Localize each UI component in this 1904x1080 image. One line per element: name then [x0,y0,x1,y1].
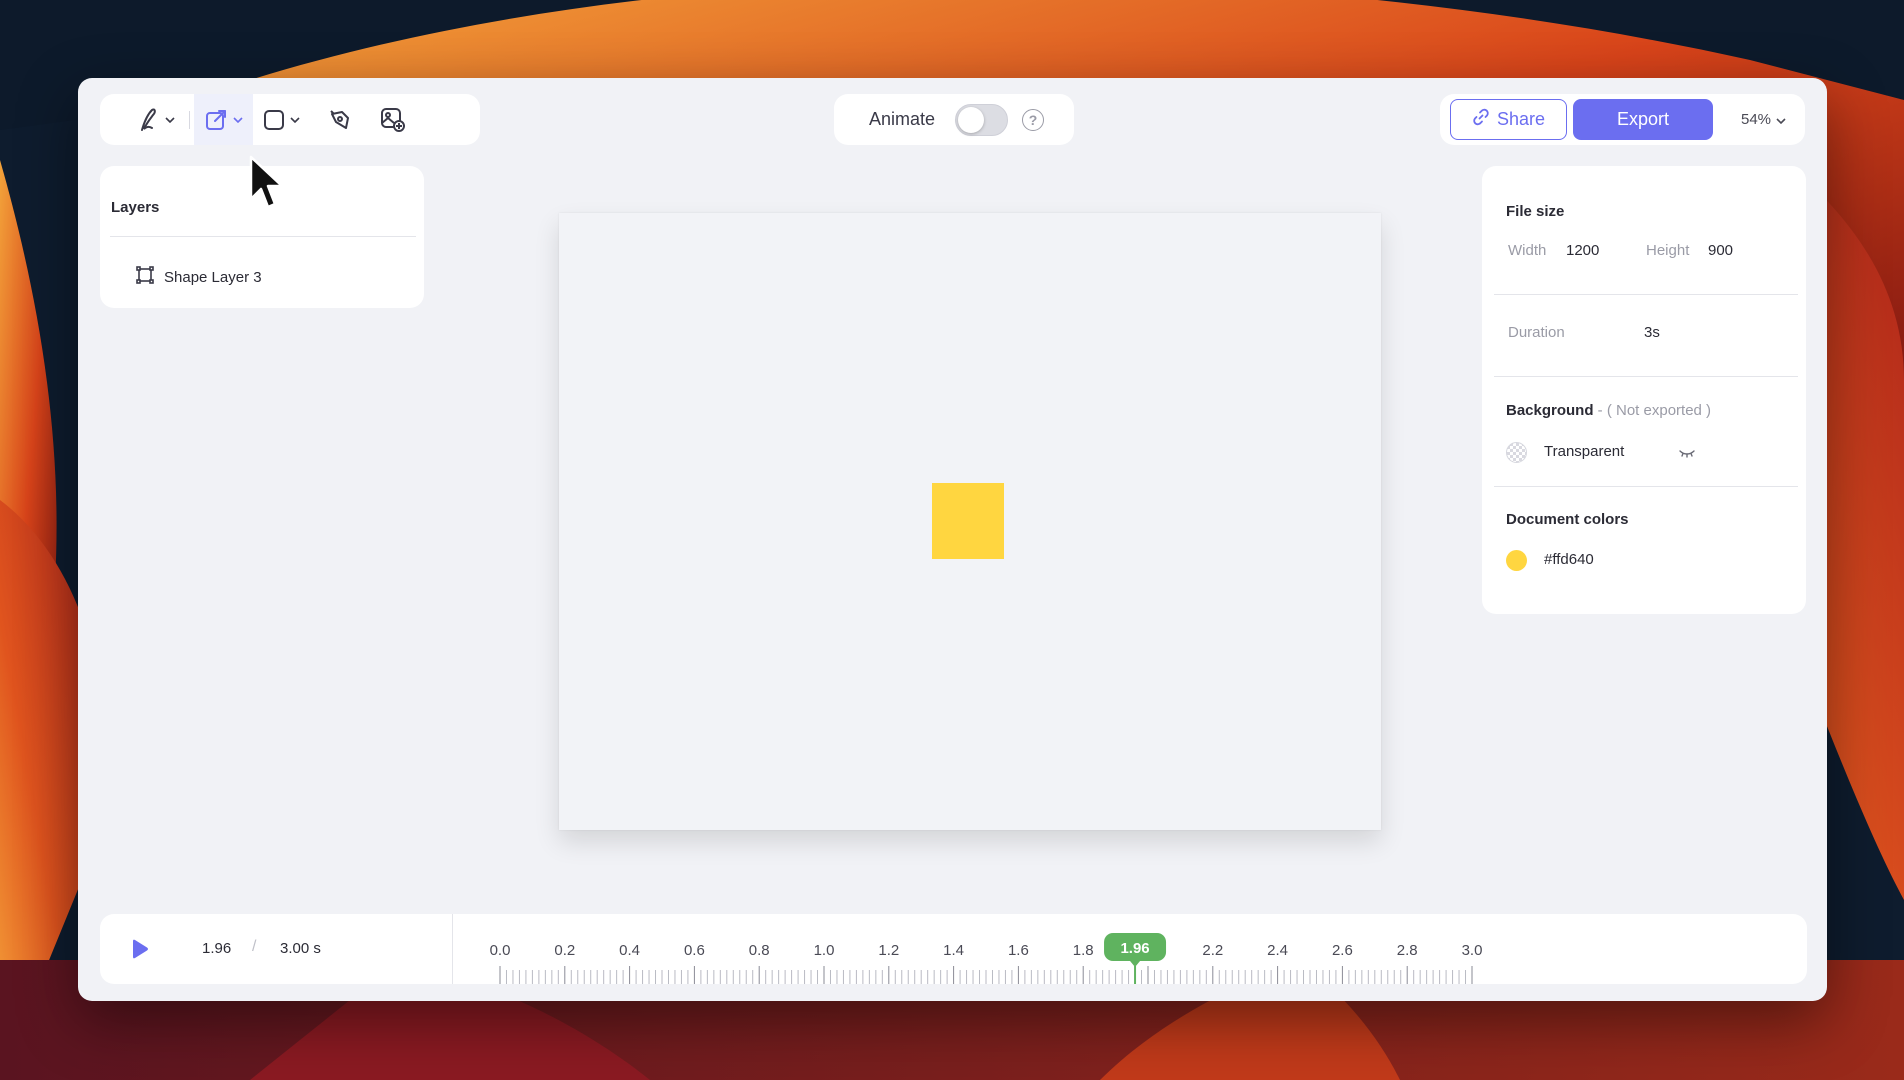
animate-control: Animate ? [834,94,1074,145]
pen-icon [138,107,160,133]
ruler-tick-label: 0.8 [749,942,770,959]
toolbar-divider [189,110,190,129]
timeline-bar: 1.96 / 3.00 s 0.0 0.2 0.4 0.6 0.8 1.0 1.2 1.4 1.… [100,914,1807,984]
layer-item[interactable]: Shape Layer 3 [136,266,262,288]
duration-field[interactable]: 3s [1644,324,1660,341]
props-divider [1494,294,1798,295]
height-label: Height [1646,242,1690,259]
width-field[interactable]: 1200 [1566,242,1599,259]
ruler-tick-label: 1.8 [1073,942,1094,959]
pen-nib-icon [328,108,352,132]
shape-tool[interactable] [253,94,310,145]
ruler-tick-label: 1.2 [878,942,899,959]
ruler-tick-label: 2.6 [1332,942,1353,959]
playhead-label: 1.96 [1120,940,1149,957]
share-button[interactable]: Share [1450,99,1567,140]
animate-label: Animate [869,109,936,129]
pen-nib-tool[interactable] [310,94,370,145]
toggle-knob [958,106,985,133]
ruler-tick-label: 0.6 [684,942,705,959]
width-label: Width [1508,242,1547,259]
add-image-icon [380,107,406,133]
chevron-down-icon [290,116,300,123]
export-button[interactable]: Export [1573,99,1713,140]
playhead-marker[interactable]: 1.96 [1104,933,1167,984]
app-window: Animate ? Share Export 54% Layers Shape … [78,78,1827,1001]
layers-divider [110,236,416,237]
eye-closed-icon[interactable] [1678,446,1696,464]
document-color-hex[interactable]: #ffd640 [1544,551,1594,568]
document-color-swatch[interactable] [1506,550,1527,571]
chevron-down-icon [233,116,243,123]
mouse-cursor-icon [249,155,285,220]
shape-layer-icon [136,266,154,288]
timeline-ruler[interactable]: 0.0 0.2 0.4 0.6 0.8 1.0 1.2 1.4 1.6 1.8 2.2 2.4 2.6 2… [100,914,1807,984]
zoom-dropdown[interactable]: 54% [1741,111,1786,128]
ruler-tick-label: 0.2 [554,942,575,959]
background-title-text: Background [1506,402,1594,419]
ruler-tick-label: 1.4 [943,942,964,959]
chevron-down-icon [165,116,175,123]
ruler-tick-label: 1.0 [814,942,835,959]
background-note: - ( Not exported ) [1593,402,1712,419]
chevron-down-icon [1776,111,1786,128]
document-colors-title: Document colors [1506,511,1629,528]
height-field[interactable]: 900 [1708,242,1733,259]
help-icon[interactable]: ? [1022,108,1045,131]
animate-toggle[interactable] [955,103,1009,136]
properties-panel: File size Width 1200 Height 900 Duration… [1482,166,1806,614]
link-icon [1472,108,1490,131]
yellow-rectangle-shape[interactable] [932,483,1004,559]
file-size-title: File size [1506,203,1565,220]
action-bar: Share Export 54% [1440,94,1805,145]
layers-title: Layers [111,199,160,216]
share-label: Share [1496,109,1546,129]
props-divider [1494,486,1798,487]
ruler-tick-label: 0.4 [619,942,640,959]
tool-palette [100,94,480,145]
add-image-tool[interactable] [370,94,416,145]
transparent-swatch-icon[interactable] [1506,442,1527,463]
ruler-tick-label: 0.0 [490,942,511,959]
square-shape-icon [263,109,285,131]
layer-name: Shape Layer 3 [164,268,262,286]
ruler-tick-label: 2.4 [1267,942,1288,959]
props-divider [1494,376,1798,377]
ruler-tick-label: 3.0 [1462,942,1483,959]
ruler-tick-label: 1.6 [1008,942,1029,959]
background-title: Background - ( Not exported ) [1506,402,1711,419]
ruler-tick-label: 2.2 [1202,942,1223,959]
ruler-tick-label: 2.8 [1397,942,1418,959]
duration-label: Duration [1508,324,1565,341]
artboard-canvas[interactable] [559,213,1381,830]
external-link-icon [204,108,228,132]
link-tool[interactable] [194,94,253,145]
zoom-value: 54% [1741,111,1772,128]
pen-tool[interactable] [128,94,185,145]
background-value[interactable]: Transparent [1544,443,1624,460]
